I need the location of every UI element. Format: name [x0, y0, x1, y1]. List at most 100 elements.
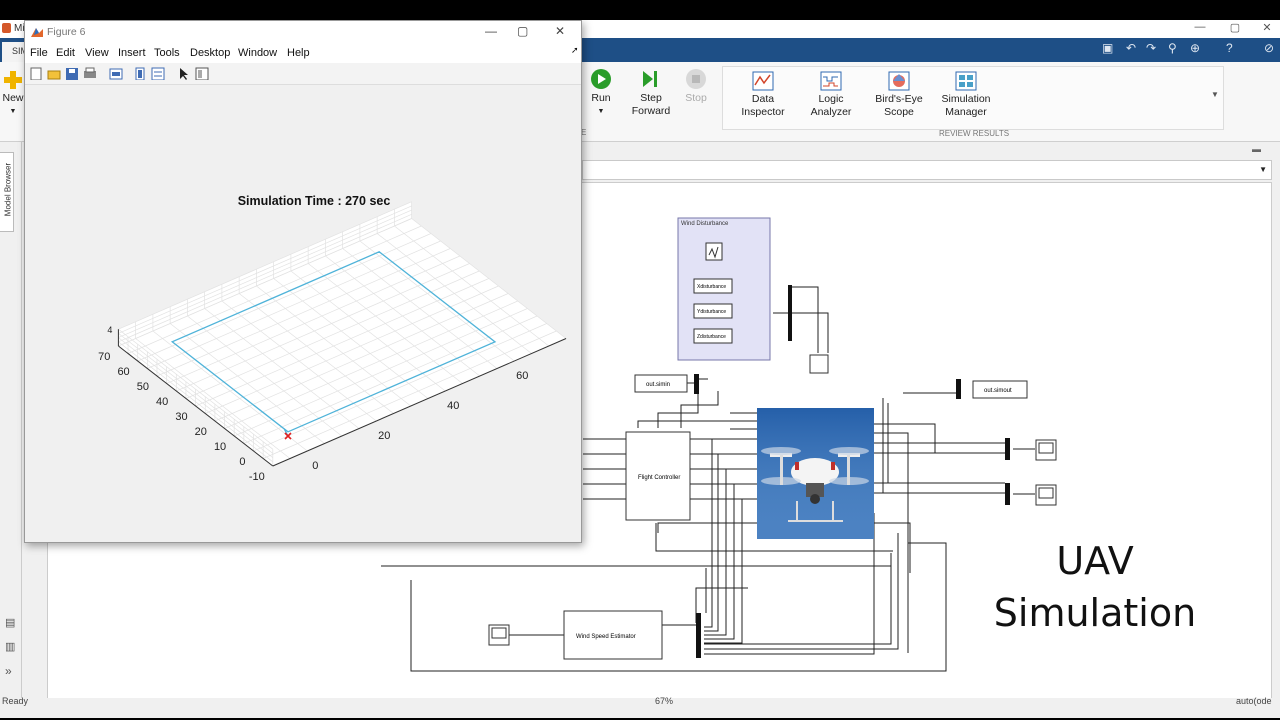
insert-legend-icon[interactable] [151, 67, 165, 80]
review-results-section: Data Inspector Logic Analyzer Bird's-Eye… [722, 66, 1224, 138]
pointer-icon[interactable] [177, 67, 191, 80]
status-left: Ready [2, 696, 29, 706]
wind-estimator-label: Wind Speed Estimator [576, 634, 636, 640]
plot-title: Simulation Time : 270 sec [238, 194, 391, 208]
step-forward-icon [643, 71, 657, 87]
logic-analyzer-label: Logic Analyzer [810, 93, 852, 118]
stop-label: Stop [685, 92, 707, 104]
menu-desktop[interactable]: Desktop [190, 47, 230, 59]
new-label: New [2, 92, 24, 104]
maximize-icon[interactable]: ▢ [1225, 21, 1245, 34]
ribbon-expand-icon[interactable]: ▼ [1211, 90, 1219, 99]
address-bar[interactable]: ▼ [582, 160, 1272, 180]
figure-window: Figure 6 — ▢ ✕ File Edit View Insert Too… [24, 20, 582, 543]
menu-window[interactable]: Window [238, 47, 277, 59]
model-browser-tab[interactable]: Model Browser [0, 152, 14, 232]
figure-maximize-icon[interactable]: ▢ [517, 24, 528, 38]
minimize-icon[interactable]: — [1190, 21, 1210, 33]
insert-colorbar-icon[interactable] [133, 67, 147, 80]
menu-view[interactable]: View [85, 47, 109, 59]
help-icon[interactable]: ? [1226, 41, 1233, 55]
status-bar: Ready 67% auto(ode [0, 696, 1280, 718]
birds-eye-scope-icon [888, 71, 910, 91]
x-tick-label: 0 [312, 460, 318, 472]
expand-chevron-icon[interactable]: » [5, 664, 12, 678]
y-tick-label: 0 [239, 456, 245, 468]
plot-area: Simulation Time : 270 sec 0 20 40 60 -10 0 10 2… [25, 87, 581, 543]
figure-close-icon[interactable]: ✕ [555, 24, 565, 38]
redo-icon[interactable]: ↷ [1146, 41, 1156, 55]
birds-eye-scope-button[interactable]: Bird's-Eye Scope [869, 71, 929, 119]
figure-toolbar [25, 63, 581, 85]
z-tick-label: 4 [107, 325, 112, 335]
y-tick-label: -10 [249, 471, 265, 483]
y-tick-label: 50 [137, 381, 149, 393]
figure-menubar: File Edit View Insert Tools Desktop Wind… [25, 43, 581, 63]
x-tick-label: 20 [378, 430, 390, 442]
model-browser-label: Model Browser [3, 162, 13, 217]
figure-minimize-icon[interactable]: — [485, 24, 497, 38]
new-button[interactable]: New ▼ [2, 70, 24, 118]
simulation-manager-button[interactable]: Simulation Manager [935, 71, 997, 119]
x-tick-label: 60 [516, 370, 528, 382]
menu-insert[interactable]: Insert [118, 47, 146, 59]
save-icon[interactable]: ▣ [1102, 41, 1113, 55]
window-title: Mi [14, 23, 25, 34]
panel-collapse-icon[interactable]: ▬ [1252, 144, 1261, 154]
run-icon [591, 69, 611, 89]
zoom-icon[interactable]: ⊕ [1190, 41, 1200, 55]
logic-analyzer-icon [820, 71, 842, 91]
undo-icon[interactable]: ↶ [1126, 41, 1136, 55]
link-icon[interactable] [109, 67, 123, 80]
flight-controller-label: Flight Controller [638, 475, 680, 481]
screen: Mi — ▢ ✕ SIM ▣ ↶ ↷ ⚲ ⊕ ? ⊘ New ▼ Run ▼ S… [0, 0, 1280, 720]
menu-dock-icon[interactable]: ➚ [571, 45, 579, 56]
close-icon[interactable]: ✕ [1257, 21, 1277, 34]
step-forward-button[interactable]: Step Forward [626, 68, 676, 118]
search-icon[interactable]: ⚲ [1168, 41, 1177, 55]
run-button[interactable]: Run ▼ [585, 68, 617, 118]
logic-analyzer-button[interactable]: Logic Analyzer [801, 71, 861, 119]
print-icon[interactable] [83, 67, 97, 80]
run-label: Run [591, 92, 611, 104]
plot-grid [117, 201, 567, 467]
menu-help[interactable]: Help [287, 47, 310, 59]
run-dropdown-icon: ▼ [597, 108, 605, 115]
data-inspector-label: Data Inspector [741, 93, 785, 118]
birds-eye-scope-label: Bird's-Eye Scope [875, 93, 923, 118]
annotation-icon[interactable]: ▥ [5, 640, 15, 653]
property-inspector-icon[interactable] [195, 67, 209, 80]
menu-edit[interactable]: Edit [56, 47, 75, 59]
open-icon[interactable] [47, 67, 61, 80]
tab-simulation[interactable]: SIM [2, 42, 28, 62]
solver-label: auto(ode [1236, 696, 1272, 706]
y-tick-label: 40 [156, 396, 168, 408]
image-icon[interactable]: ▤ [5, 616, 15, 629]
y-tick-label: 20 [195, 426, 207, 438]
y-tick-label: 30 [175, 411, 187, 423]
y-tick-label: 60 [117, 366, 129, 378]
matlab-logo-icon [2, 23, 11, 33]
to-workspace-out: out.simout [984, 388, 1012, 394]
wind-block-x: Xdisturbance [697, 284, 726, 290]
stop-button[interactable]: Stop [680, 68, 712, 105]
x-tick-label: 40 [447, 400, 459, 412]
new-dropdown-icon: ▼ [9, 108, 17, 115]
collapse-icon[interactable]: ⊘ [1264, 41, 1274, 55]
save-icon[interactable] [65, 67, 79, 80]
address-dropdown-icon[interactable]: ▼ [1259, 165, 1267, 174]
left-strip: Model Browser ▤ ▥ » [0, 142, 22, 698]
figure-title: Figure 6 [47, 26, 86, 38]
review-results-label: REVIEW RESULTS [939, 129, 1010, 138]
menu-file[interactable]: File [30, 47, 48, 59]
new-icon[interactable] [29, 67, 43, 80]
figure-logo-icon [31, 28, 43, 37]
y-tick-label: 70 [98, 351, 110, 363]
y-tick-label: 10 [214, 441, 226, 453]
to-workspace-in: out.simin [646, 382, 670, 388]
menu-tools[interactable]: Tools [154, 47, 180, 59]
stop-icon [686, 69, 706, 89]
drone-image [757, 408, 874, 539]
data-inspector-button[interactable]: Data Inspector [733, 71, 793, 119]
simulation-manager-label: Simulation Manager [941, 93, 991, 118]
